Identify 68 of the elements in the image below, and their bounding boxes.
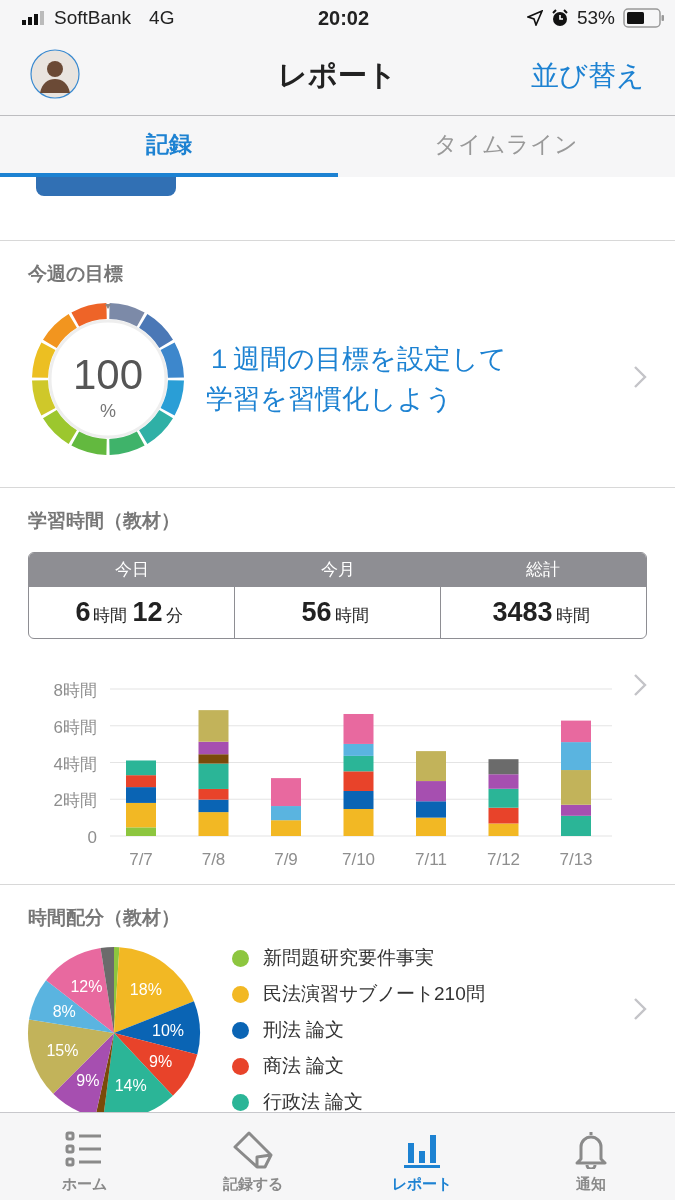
avatar-icon[interactable] xyxy=(30,48,80,99)
bar-segment xyxy=(126,760,156,776)
section-heading: 学習時間（教材） xyxy=(28,509,181,533)
x-axis-label: 7/8 xyxy=(201,850,226,869)
slice-label: 10% xyxy=(152,1021,185,1039)
tab-bar-item[interactable]: レポート xyxy=(337,1113,507,1200)
slice-label: 9% xyxy=(76,1072,100,1090)
tab[interactable]: タイムライン xyxy=(337,116,675,177)
section-heading: 今週の目標 xyxy=(28,262,124,286)
bar-segment xyxy=(488,788,519,808)
bar-segment xyxy=(271,820,301,836)
stat-value: 56 時間 xyxy=(301,597,370,628)
carrier-name: SoftBank xyxy=(54,7,132,29)
y-axis-label: 8時間 xyxy=(53,681,97,700)
goal-message[interactable]: １週間の目標を設定して xyxy=(206,339,507,379)
signal-icon xyxy=(22,11,46,25)
tab-bar-item[interactable]: ホーム xyxy=(0,1113,169,1200)
chevron-right-icon[interactable] xyxy=(633,673,647,697)
bar-segment xyxy=(488,759,519,775)
chevron-right-icon[interactable] xyxy=(633,365,647,389)
x-axis-label: 7/11 xyxy=(415,850,447,869)
battery-icon xyxy=(623,8,665,28)
y-axis-label: 0 xyxy=(87,828,97,847)
alarm-clock-icon xyxy=(550,9,569,27)
y-axis-label: 4時間 xyxy=(53,754,97,774)
slice-label: 18% xyxy=(129,981,162,999)
section-heading: 時間配分（教材） xyxy=(28,906,181,930)
legend-label: 商法 論文 xyxy=(263,1054,345,1078)
column-header: 総計 xyxy=(525,559,562,581)
x-axis-label: 7/9 xyxy=(274,850,298,869)
x-axis-label: 7/12 xyxy=(486,850,521,869)
slice-label: 14% xyxy=(114,1076,147,1094)
column-header: 今月 xyxy=(319,559,356,581)
bar-segment xyxy=(561,720,591,743)
slice-label: 9% xyxy=(149,1052,173,1070)
clock-time: 20:02 xyxy=(317,6,370,30)
slice-label: 8% xyxy=(52,1003,76,1021)
legend-label: 刑法 論文 xyxy=(263,1018,345,1042)
tab-bar-item[interactable]: 通知 xyxy=(506,1113,675,1200)
goal-percent: 100 xyxy=(71,351,145,399)
tab-bar-item[interactable]: 記録する xyxy=(168,1113,338,1200)
network-type: 4G xyxy=(149,7,175,29)
percent-unit: % xyxy=(99,401,117,422)
stat-value: 3483 時間 xyxy=(492,597,591,628)
legend-label: 行政法 論文 xyxy=(263,1090,364,1112)
page-title: レポート xyxy=(278,57,397,93)
slice-label: 15% xyxy=(46,1041,79,1059)
cut-off-button[interactable] xyxy=(36,177,176,196)
x-axis-label: 7/7 xyxy=(129,850,153,869)
y-axis-label: 6時間 xyxy=(53,717,97,737)
bar-segment xyxy=(488,774,519,789)
y-axis-label: 2時間 xyxy=(53,791,97,811)
legend-label: 民法演習サブノート210問 xyxy=(263,982,485,1006)
bar-segment xyxy=(343,771,374,791)
x-axis-label: 7/13 xyxy=(559,850,593,869)
sort-button[interactable]: 並び替え xyxy=(531,56,645,95)
battery-percent: 53% xyxy=(576,7,615,29)
goal-message[interactable]: 学習を習慣化しよう xyxy=(206,379,453,419)
x-axis-label: 7/10 xyxy=(341,850,376,869)
chevron-right-icon[interactable] xyxy=(633,997,647,1021)
bar-segment xyxy=(561,742,591,771)
bar-segment xyxy=(416,801,446,818)
legend-label: 新問題研究要件事実 xyxy=(263,946,434,970)
column-header: 今日 xyxy=(113,559,150,581)
bar-segment xyxy=(126,775,156,788)
slice-label: 12% xyxy=(70,978,103,996)
location-arrow-icon xyxy=(526,10,543,26)
stat-value: 6 時間 12 分 xyxy=(75,597,184,628)
